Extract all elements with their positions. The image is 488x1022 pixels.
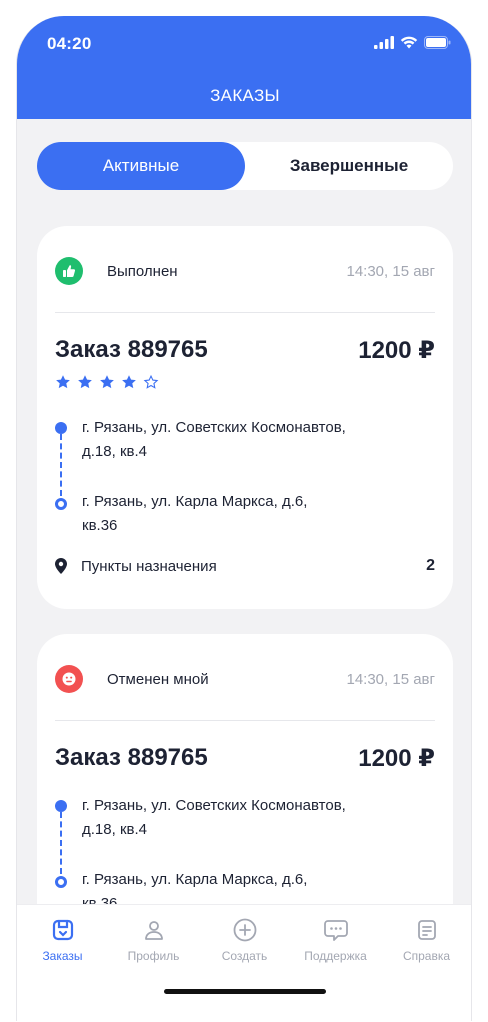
star-filled-icon xyxy=(100,375,114,389)
divider xyxy=(55,312,435,313)
location-pin-icon xyxy=(55,558,67,574)
phone-screen: 04:20 ЗАКАЗЫ Активные Завершенные Выполн… xyxy=(16,16,472,1021)
order-time: 14:30, 15 авг xyxy=(346,670,435,688)
divider xyxy=(55,720,435,721)
tab-create[interactable]: Создать xyxy=(199,915,290,963)
route-end-icon xyxy=(55,876,67,888)
route-start-icon xyxy=(55,422,67,434)
status-time: 04:20 xyxy=(47,34,92,53)
document-icon xyxy=(417,920,436,940)
order-route: г. Рязань, ул. Советских Космонавтов, д.… xyxy=(55,794,435,914)
tab-orders[interactable]: Заказы xyxy=(17,915,108,963)
route-line xyxy=(60,812,62,874)
tab-help-label: Справка xyxy=(402,949,451,963)
star-outline-icon xyxy=(143,374,159,389)
order-price: 1200 ₽ xyxy=(358,337,435,364)
order-card-header: Отменен мной 14:30, 15 авг xyxy=(55,664,435,694)
tab-profile[interactable]: Профиль xyxy=(108,915,199,963)
tab-create-label: Создать xyxy=(221,949,268,963)
route-from-line: д.18, кв.4 xyxy=(82,821,147,838)
app-header: 04:20 ЗАКАЗЫ xyxy=(17,16,471,119)
tab-profile-label: Профиль xyxy=(127,949,180,963)
star-filled-icon xyxy=(78,375,92,389)
sad-face-icon xyxy=(55,665,83,693)
route-from-line: г. Рязань, ул. Советских Космонавтов, xyxy=(82,797,346,814)
segment-active-orders[interactable]: Активные xyxy=(37,142,245,190)
order-route: г. Рязань, ул. Советских Космонавтов, д.… xyxy=(55,416,435,536)
page-title: ЗАКАЗЫ xyxy=(210,86,280,105)
destinations-label: Пункты назначения xyxy=(81,557,217,575)
route-start-icon xyxy=(55,800,67,812)
route-line xyxy=(60,434,62,496)
tab-help[interactable]: Справка xyxy=(381,915,471,963)
route-to-line: г. Рязань, ул. Карла Маркса, д.6, xyxy=(82,493,308,510)
plus-circle-icon xyxy=(233,918,256,942)
tab-support[interactable]: Поддержка xyxy=(290,915,381,963)
order-status: Отменен мной xyxy=(107,670,209,688)
tab-support-label: Поддержка xyxy=(304,949,367,963)
order-status: Выполнен xyxy=(107,262,178,280)
signal-icon xyxy=(374,36,394,49)
route-end-icon xyxy=(55,498,67,510)
order-card[interactable]: Выполнен 14:30, 15 авг Заказ 889765 1200… xyxy=(37,226,453,609)
segment-completed-orders[interactable]: Завершенные xyxy=(245,142,453,190)
destinations-row[interactable]: Пункты назначения 2 xyxy=(55,554,435,578)
route-to: г. Рязань, ул. Карла Маркса, д.6, кв.36 xyxy=(82,490,412,538)
profile-icon xyxy=(144,921,163,940)
order-price: 1200 ₽ xyxy=(358,745,435,772)
route-to-line: г. Рязань, ул. Карла Маркса, д.6, xyxy=(82,871,308,888)
order-title: Заказ 889765 xyxy=(55,744,208,771)
orders-icon xyxy=(52,919,73,941)
route-to-line: кв.36 xyxy=(82,517,118,534)
order-rating xyxy=(55,374,159,390)
orders-segmented-control: Активные Завершенные xyxy=(37,142,453,190)
order-time: 14:30, 15 авг xyxy=(346,262,435,280)
route-from: г. Рязань, ул. Советских Космонавтов, д.… xyxy=(82,416,412,464)
star-filled-icon xyxy=(122,375,136,389)
home-indicator[interactable] xyxy=(164,989,326,994)
battery-icon xyxy=(424,36,451,49)
route-from: г. Рязань, ул. Советских Космонавтов, д.… xyxy=(82,794,412,842)
thumbs-up-icon xyxy=(55,257,83,285)
wifi-icon xyxy=(400,36,418,49)
star-filled-icon xyxy=(56,375,70,389)
order-title: Заказ 889765 xyxy=(55,336,208,363)
tab-orders-label: Заказы xyxy=(42,949,83,963)
destinations-count: 2 xyxy=(426,557,435,574)
route-from-line: г. Рязань, ул. Советских Космонавтов, xyxy=(82,419,346,436)
bottom-tab-bar: Заказы Профиль Создать Поддержка Справка xyxy=(17,904,471,1021)
order-card-header: Выполнен 14:30, 15 авг xyxy=(55,256,435,286)
chat-icon xyxy=(323,920,348,941)
route-from-line: д.18, кв.4 xyxy=(82,443,147,460)
status-icons xyxy=(374,36,451,49)
